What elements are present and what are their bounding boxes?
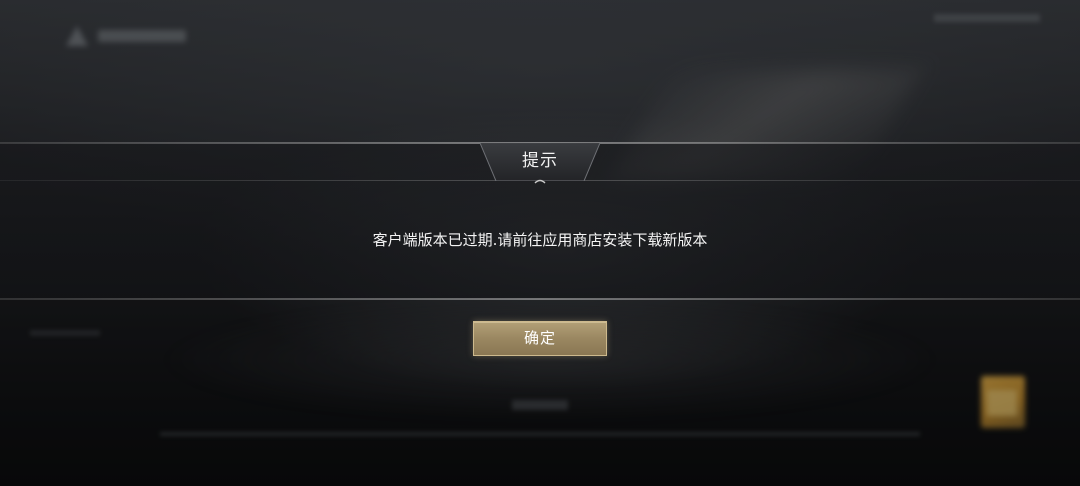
title-notch-icon — [534, 179, 546, 184]
dialog-title: 提示 — [522, 151, 558, 171]
confirm-button[interactable]: 确定 — [473, 321, 607, 356]
dialog-message: 客户端版本已过期.请前往应用商店安装下载新版本 — [372, 231, 708, 249]
game-screen: 提示 客户端版本已过期.请前往应用商店安装下载新版本 确定 — [0, 0, 1080, 486]
dialog-bottom-border — [0, 298, 1080, 300]
